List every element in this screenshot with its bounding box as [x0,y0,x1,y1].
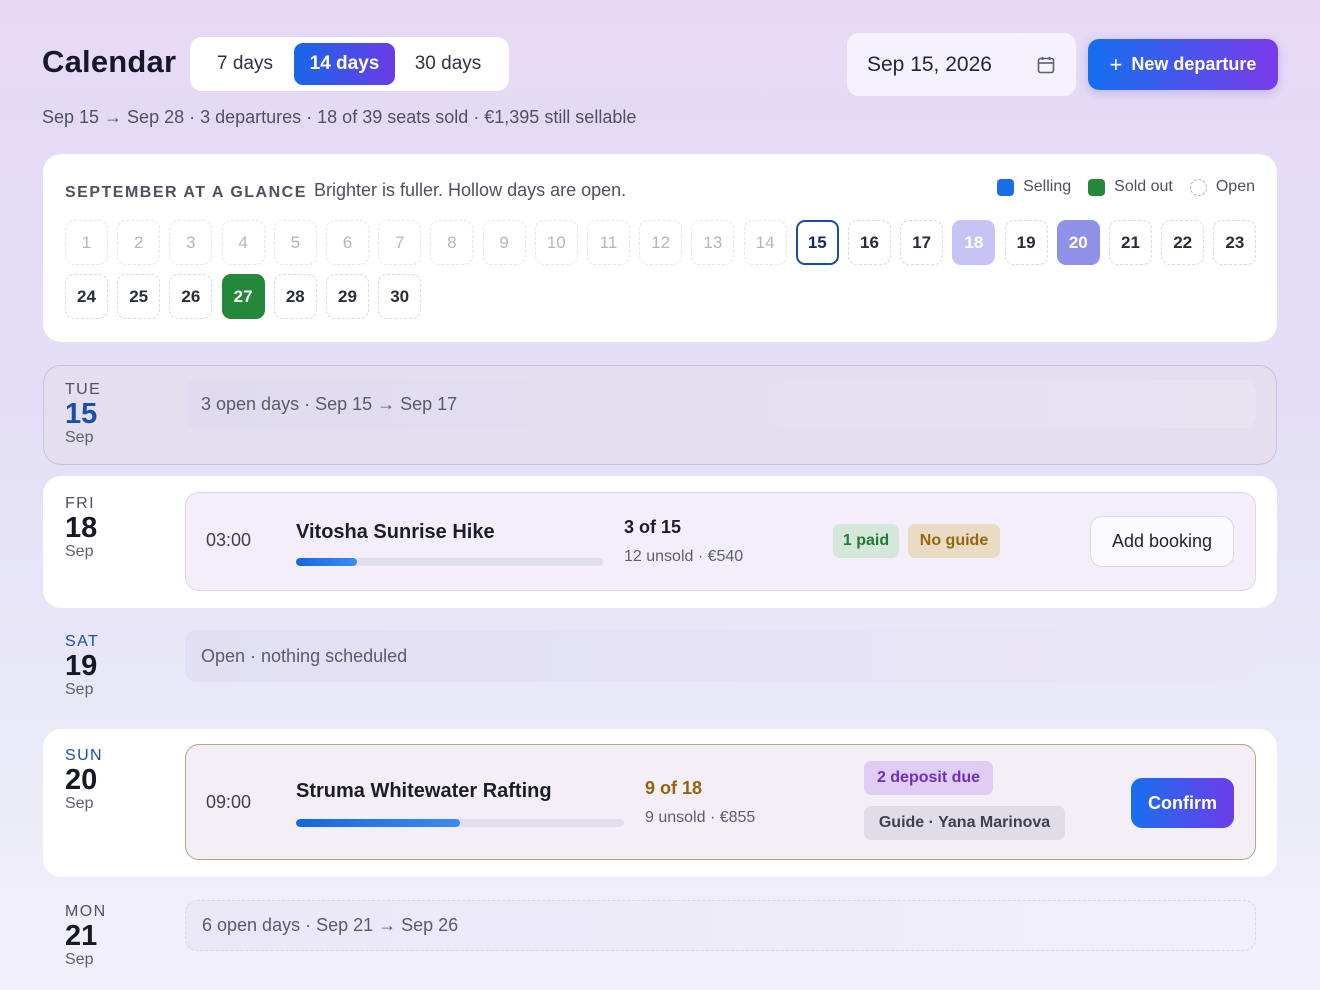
calendar-day-25[interactable]: 25 [117,274,161,319]
seats-progress-fill [296,819,460,827]
range-selector: 7 days 14 days 30 days [190,37,509,91]
day-number: 21 [65,920,98,952]
calendar-day-24[interactable]: 24 [65,274,108,319]
calendar-day-26[interactable]: 26 [169,274,213,319]
departure-time: 09:00 [206,792,252,812]
weekday: TUE [65,381,102,398]
day-label-20: SUN 20 Sep [65,747,103,813]
day-number: 15 [65,398,98,430]
page-title: Calendar [42,44,177,79]
calendar-day-17[interactable]: 17 [900,220,944,265]
range-14-days-tab[interactable]: 14 days [294,43,395,85]
weekday: FRI [65,495,95,512]
tour-name: Vitosha Sunrise Hike [296,521,495,543]
calendar-day-8[interactable]: 8 [430,220,474,265]
seats-progress-bar [296,558,603,566]
weekday: SUN [65,747,103,764]
legend-selling: Selling [997,178,1071,196]
confirm-button[interactable]: Confirm [1131,778,1234,828]
month: Sep [65,543,94,561]
seats-progress-bar [296,819,624,827]
day-label-15: TUE 15 Sep [65,381,101,447]
day-number: 18 [65,512,98,544]
seats-progress-fill [296,558,358,566]
range-summary: Sep 15 → Sep 28 · 3 departures · 18 of 3… [42,107,637,127]
departure-time: 03:00 [206,530,252,550]
calendar-icon [1037,56,1055,73]
calendar-day-20[interactable]: 20 [1056,220,1100,265]
weekday: SAT [65,633,100,650]
calendar-day-9[interactable]: 9 [482,220,526,265]
calendar-day-22[interactable]: 22 [1161,220,1205,265]
legend-open: Open [1189,178,1255,196]
day-label-18: FRI 18 Sep [65,495,97,561]
calendar-day-27[interactable]: 27 [221,274,265,319]
sold-out-swatch [1088,178,1106,196]
day-label-19: SAT 19 Sep [65,633,99,699]
glance-title: SEPTEMBER AT A GLANCE [65,184,307,201]
calendar-day-15[interactable]: 15 [795,220,839,265]
calendar-day-3[interactable]: 3 [169,220,213,265]
legend-sold-out: Sold out [1088,178,1173,196]
calendar-day-19[interactable]: 19 [1004,220,1048,265]
deposit-due-badge: 2 deposit due [864,761,993,795]
selling-swatch [997,178,1015,196]
day-number: 19 [65,650,98,682]
tour-name: Struma Whitewater Rafting [296,780,552,802]
legend-sold-out-label: Sold out [1114,178,1173,195]
new-departure-label: New departure [1131,54,1257,74]
paid-badge: 1 paid [833,524,899,558]
calendar-day-2[interactable]: 2 [117,220,161,265]
legend-open-label: Open [1215,178,1255,195]
calendar-day-5[interactable]: 5 [273,220,317,265]
calendar-day-11[interactable]: 11 [587,220,630,265]
month-glance-card: SEPTEMBER AT A GLANCE Brighter is fuller… [43,154,1277,342]
weekday: MON [65,903,107,920]
guide-badge: Guide · Yana Marinova [864,806,1065,840]
calendar-day-30[interactable]: 30 [378,274,422,319]
day-label-21: MON 21 Sep [65,903,107,969]
date-value: Sep 15, 2026 [867,52,992,76]
calendar-day-28[interactable]: 28 [273,274,317,319]
day-number: 20 [65,764,98,796]
unsold-info: 12 unsold · €540 [624,548,744,565]
glance-subtitle: Brighter is fuller. Hollow days are open… [314,180,627,200]
open-days-summary[interactable]: 3 open days · Sep 15 → Sep 17 [185,380,1256,428]
month: Sep [65,795,94,813]
month: Sep [65,429,94,447]
plus-icon: + [1109,51,1123,77]
seats-sold: 3 of 15 [624,517,682,537]
open-day-note[interactable]: Open · nothing scheduled [185,630,1256,682]
unsold-info: 9 unsold · €855 [645,809,756,826]
calendar-day-23[interactable]: 23 [1213,220,1257,265]
calendar-day-4[interactable]: 4 [221,220,265,265]
range-7-days-tab[interactable]: 7 days [196,43,294,85]
calendar-day-6[interactable]: 6 [326,220,369,265]
legend-selling-label: Selling [1023,178,1072,195]
calendar-day-7[interactable]: 7 [378,220,422,265]
calendar-day-16[interactable]: 16 [848,220,891,265]
calendar-day-18[interactable]: 18 [952,220,996,265]
calendar-day-1[interactable]: 1 [65,220,108,265]
open-days-summary[interactable]: 6 open days · Sep 21 → Sep 26 [185,900,1256,951]
calendar-day-21[interactable]: 21 [1109,220,1152,265]
no-guide-badge: No guide [908,524,1000,558]
calendar-day-13[interactable]: 13 [691,220,735,265]
calendar-day-12[interactable]: 12 [639,220,683,265]
calendar-day-29[interactable]: 29 [326,274,369,319]
month: Sep [65,681,94,699]
range-30-days-tab[interactable]: 30 days [395,43,501,85]
month: Sep [65,951,94,969]
seats-sold: 9 of 18 [645,778,703,798]
new-departure-button[interactable]: + New departure [1088,39,1278,90]
add-booking-button[interactable]: Add booking [1090,516,1234,567]
date-picker[interactable]: Sep 15, 2026 [847,33,1076,96]
open-swatch [1189,178,1207,196]
glance-legend: Selling Sold out Open [980,178,1255,196]
calendar-day-10[interactable]: 10 [534,220,578,265]
calendar-day-14[interactable]: 14 [743,220,787,265]
